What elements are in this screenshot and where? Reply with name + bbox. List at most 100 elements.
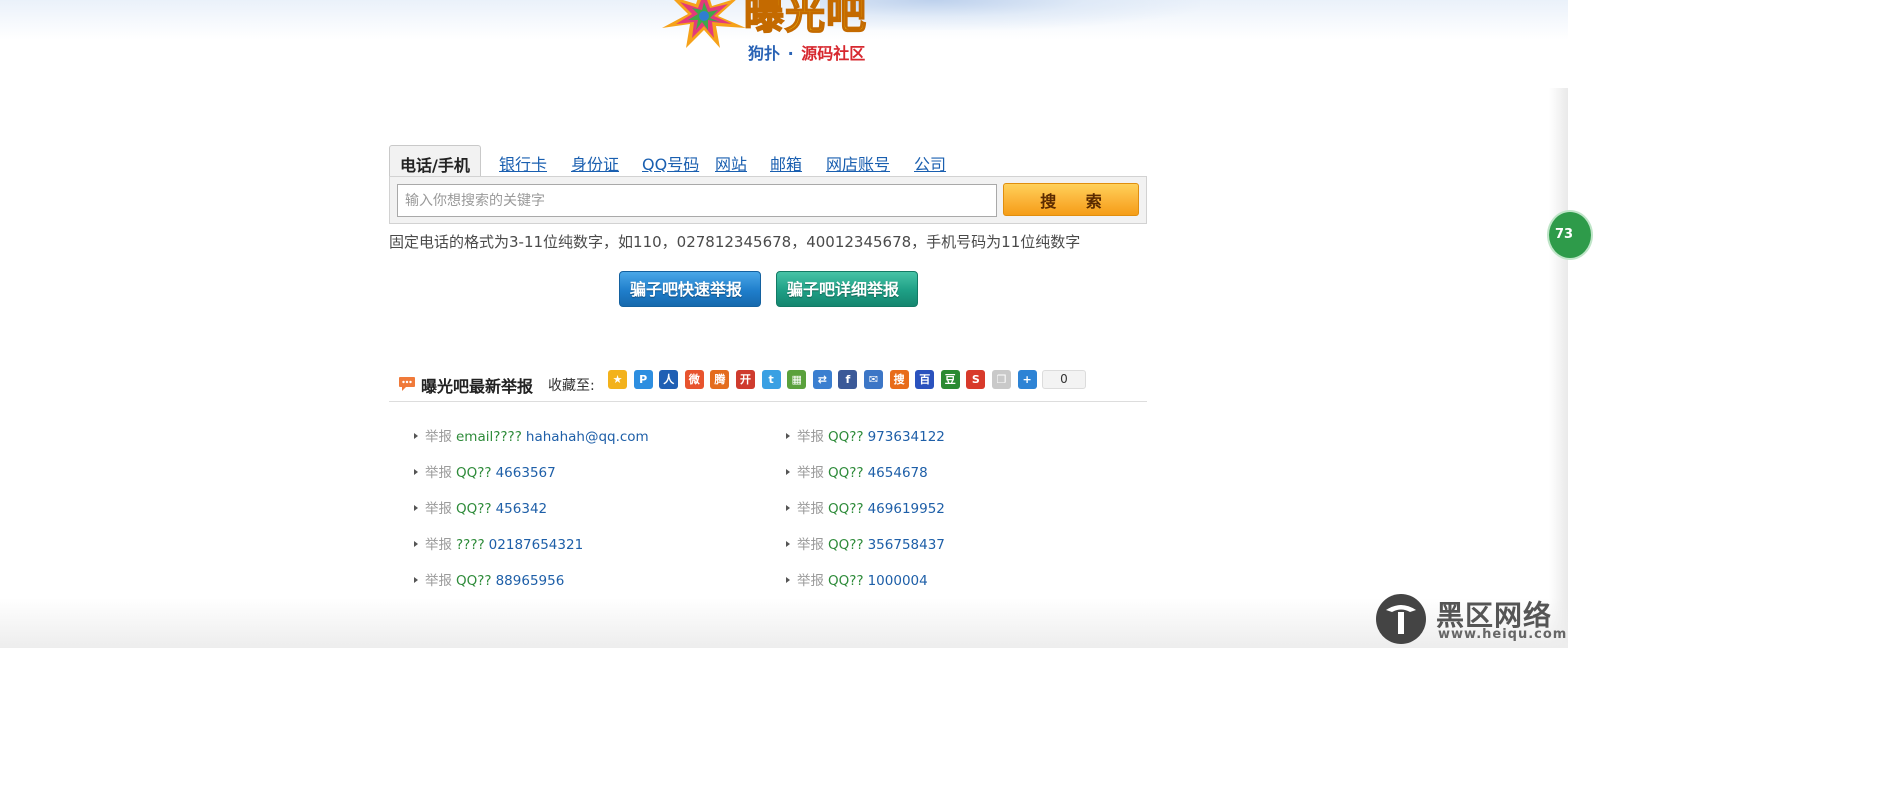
report-tag: 举报 [425, 465, 452, 481]
report-tag: 举报 [425, 429, 452, 445]
renren-icon[interactable]: 人 [659, 370, 679, 389]
search-input[interactable] [397, 184, 997, 217]
latest-reports-title: 曝光吧最新举报 [421, 377, 534, 396]
report-tag: 举报 [797, 465, 824, 481]
logo-subtitle-dot: · [787, 44, 794, 63]
report-kind: QQ?? [456, 465, 492, 481]
report-kind: email???? [456, 429, 522, 445]
report-kind: QQ?? [828, 465, 864, 481]
share-count: 0 [1042, 370, 1086, 389]
report-value: 456342 [495, 501, 548, 517]
report-value: 02187654321 [488, 537, 584, 553]
more-share-icon[interactable]: + [1017, 370, 1037, 389]
colorful-star-icon [662, 0, 746, 48]
speech-bubble-icon [399, 377, 415, 391]
pictures-icon[interactable]: ▦ [787, 370, 807, 389]
bullet-arrow-icon [786, 577, 790, 583]
watermark-logo-icon [1376, 594, 1426, 644]
tab-company[interactable]: 公司 [914, 151, 946, 175]
report-value: 356758437 [867, 537, 945, 553]
report-kind: QQ?? [456, 501, 492, 517]
report-value: 469619952 [867, 501, 945, 517]
mail-share-icon[interactable]: ✉ [864, 370, 883, 389]
tencent-weibo-icon[interactable]: 腾 [710, 370, 730, 389]
collect-label: 收藏至: [548, 378, 595, 394]
report-list-item[interactable]: 举报 QQ?? 4654678 [786, 461, 928, 481]
search-box: 搜 索 [389, 176, 1147, 224]
bullet-arrow-icon [414, 505, 418, 511]
report-list-item[interactable]: 举报 QQ?? 469619952 [786, 497, 945, 517]
translate-icon[interactable]: ⇄ [812, 370, 832, 389]
report-kind: QQ?? [828, 501, 864, 517]
tab-bank-card[interactable]: 银行卡 [499, 151, 547, 175]
logo-title: 曝光吧 [743, 0, 867, 39]
search-tabs: 电话/手机 银行卡 身份证 QQ号码 网站 邮箱 网店账号 公司 [389, 145, 1149, 178]
page-right-edge [1549, 88, 1568, 648]
tab-website[interactable]: 网站 [715, 151, 747, 175]
report-tag: 举报 [797, 429, 824, 445]
report-tag: 举报 [797, 537, 824, 553]
bullet-arrow-icon [786, 541, 790, 547]
tab-shop-account[interactable]: 网店账号 [826, 151, 890, 175]
report-kind: QQ?? [828, 573, 864, 589]
report-tag: 举报 [425, 537, 452, 553]
heiqu-watermark: 黑区网络 www.heiqu.com [1376, 592, 1568, 648]
sohu-icon[interactable]: 搜 [889, 370, 909, 389]
kaixin-icon[interactable]: 开 [736, 370, 755, 389]
report-list-item[interactable]: 举报 QQ?? 973634122 [786, 425, 945, 445]
report-list-item[interactable]: 举报 QQ?? 456342 [414, 497, 547, 517]
detailed-report-button[interactable]: 骗子吧详细举报 [776, 271, 918, 307]
report-tag: 举报 [425, 501, 452, 517]
site-logo[interactable]: 曝光吧 狗扑 · 源码社区 [658, 0, 888, 70]
qzone-icon[interactable]: ★ [608, 370, 627, 389]
report-list-item[interactable]: 举报 email???? hahahah@qq.com [414, 425, 649, 445]
report-value: hahahah@qq.com [525, 429, 649, 445]
report-value: 1000004 [867, 573, 928, 589]
logo-subtitle: 狗扑 · 源码社区 [748, 40, 865, 64]
bullet-arrow-icon [414, 541, 418, 547]
report-value: 88965956 [495, 573, 565, 589]
twitter-icon[interactable]: t [761, 370, 781, 389]
pengyou-icon[interactable]: P [633, 370, 653, 389]
bullet-arrow-icon [414, 577, 418, 583]
report-value: 973634122 [867, 429, 945, 445]
search-format-hint: 固定电话的格式为3-11位纯数字，如110，027812345678，40012… [389, 233, 1081, 251]
bullet-arrow-icon [786, 433, 790, 439]
tab-qq-number[interactable]: QQ号码 [642, 151, 699, 175]
report-list-item[interactable]: 举报???? 02187654321 [414, 533, 583, 553]
latest-reports-header: 曝光吧最新举报 收藏至: ★ P 人微腾开 t ▦ ⇄ f ✉ 搜百豆 S ❐ + 0 [389, 366, 1147, 402]
report-list-item[interactable]: 举报 QQ?? 88965956 [414, 569, 564, 589]
report-value: 4654678 [867, 465, 928, 481]
sina-blog-icon[interactable]: S [966, 370, 986, 389]
report-tag: 举报 [797, 501, 824, 517]
report-tag: 举报 [797, 573, 824, 589]
search-button[interactable]: 搜 索 [1003, 183, 1139, 216]
facebook-icon[interactable]: f [838, 370, 858, 389]
weibo-icon[interactable]: 微 [684, 370, 704, 389]
quick-report-button[interactable]: 骗子吧快速举报 [619, 271, 761, 307]
bullet-arrow-icon [414, 469, 418, 475]
report-kind: ???? [456, 537, 485, 553]
tab-email[interactable]: 邮箱 [770, 151, 802, 175]
report-tag: 举报 [425, 573, 452, 589]
watermark-url: www.heiqu.com [1438, 627, 1568, 642]
bullet-arrow-icon [414, 433, 418, 439]
tab-id-card[interactable]: 身份证 [571, 151, 619, 175]
bottom-fade [0, 598, 1568, 648]
copy-icon[interactable]: ❐ [992, 370, 1011, 389]
report-list-item[interactable]: 举报 QQ?? 4663567 [414, 461, 556, 481]
logo-subtitle-right: 源码社区 [801, 44, 866, 63]
tab-phone[interactable]: 电话/手机 [389, 145, 481, 178]
report-kind: QQ?? [456, 573, 492, 589]
logo-subtitle-left: 狗扑 [748, 44, 781, 63]
douban-icon[interactable]: 豆 [940, 370, 960, 389]
report-list-item[interactable]: 举报 QQ?? 1000004 [786, 569, 928, 589]
report-kind: QQ?? [828, 537, 864, 553]
report-value: 4663567 [495, 465, 556, 481]
report-kind: QQ?? [828, 429, 864, 445]
side-float-badge[interactable]: 73 [1547, 210, 1593, 260]
bullet-arrow-icon [786, 505, 790, 511]
report-list-item[interactable]: 举报 QQ?? 356758437 [786, 533, 945, 553]
bullet-arrow-icon [786, 469, 790, 475]
baidu-icon[interactable]: 百 [915, 370, 935, 389]
